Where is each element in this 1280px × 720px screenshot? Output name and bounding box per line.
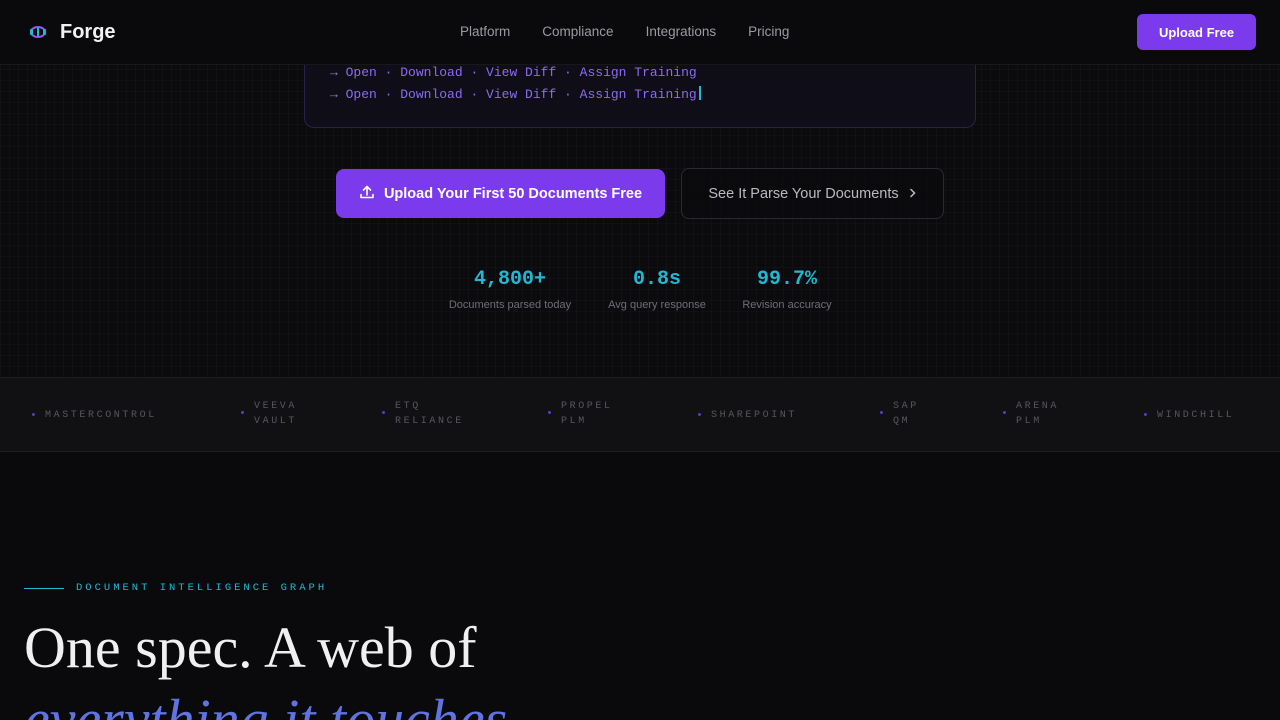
eyebrow-divider <box>24 587 64 589</box>
section-headline-emphasis: everything it touches <box>24 687 508 720</box>
bullet-icon <box>32 413 35 416</box>
bullet-icon <box>1003 411 1006 414</box>
stat-value: 99.7% <box>756 268 817 291</box>
see-it-parse-button[interactable]: See It Parse Your Documents <box>681 168 944 219</box>
upload-documents-label: Upload Your First 50 Documents Free <box>383 185 643 202</box>
terminal-line: → Open · Download · View Diff · Assign T… <box>330 86 701 102</box>
stat-query-response: 0.8s Avg query response <box>604 268 710 311</box>
integration-mastercontrol: MASTERCONTROL <box>32 408 157 423</box>
eyebrow-text: DOCUMENT INTELLIGENCE GRAPH <box>76 582 328 594</box>
integration-propel-plm: PROPEL PLM <box>548 399 613 429</box>
integration-arena-plm: ARENA PLM <box>1003 399 1059 429</box>
stat-label: Documents parsed today <box>448 299 572 311</box>
stat-value: 0.8s <box>632 268 681 291</box>
integration-name: MASTERCONTROL <box>45 410 157 421</box>
brand-name: Forge <box>60 20 116 43</box>
top-navbar: Forge Platform Compliance Integrations P… <box>0 0 1280 65</box>
arrow-icon: → <box>330 87 338 102</box>
see-it-parse-label: See It Parse Your Documents <box>708 185 899 202</box>
integration-name: SHAREPOINT <box>711 410 798 421</box>
upload-icon <box>359 184 375 204</box>
stat-revision-accuracy: 99.7% Revision accuracy <box>739 268 835 311</box>
bullet-icon <box>880 411 883 414</box>
integrations-strip: MASTERCONTROL VEEVA VAULT ETQ RELIANCE PRO… <box>0 377 1280 452</box>
integration-name: ETQ RELIANCE <box>395 401 464 427</box>
integration-sap-qm: SAP QM <box>880 399 919 429</box>
integration-etq-reliance: ETQ RELIANCE <box>382 399 464 429</box>
bullet-icon <box>548 411 551 414</box>
nav-link-integrations[interactable]: Integrations <box>646 24 717 39</box>
stat-documents-parsed: 4,800+ Documents parsed today <box>445 268 575 311</box>
forge-logo-icon <box>28 20 48 44</box>
stat-value: 4,800+ <box>473 268 546 291</box>
bullet-icon <box>1144 413 1147 416</box>
upload-documents-button[interactable]: Upload Your First 50 Documents Free <box>336 169 665 218</box>
stat-label: Revision accuracy <box>742 299 832 311</box>
bullet-icon <box>241 411 244 414</box>
nav-link-platform[interactable]: Platform <box>460 24 510 39</box>
integration-veeva-vault: VEEVA VAULT <box>241 399 297 429</box>
bullet-icon <box>382 411 385 414</box>
upload-free-button[interactable]: Upload Free <box>1137 14 1256 50</box>
terminal-line-text: Open · Download · View Diff · Assign Tra… <box>345 87 697 102</box>
integration-name: VEEVA VAULT <box>254 401 298 427</box>
integration-name: SAP QM <box>893 401 919 427</box>
terminal-line-text: Open · Download · View Diff · Assign Tra… <box>345 65 697 80</box>
nav-links: Platform Compliance Integrations Pricing <box>460 24 789 39</box>
nav-link-compliance[interactable]: Compliance <box>542 24 613 39</box>
cursor-caret <box>698 86 701 100</box>
nav-link-pricing[interactable]: Pricing <box>748 24 789 39</box>
brand-logo[interactable]: Forge <box>28 20 116 44</box>
section-eyebrow: DOCUMENT INTELLIGENCE GRAPH <box>24 582 327 594</box>
chevron-right-icon <box>909 186 917 202</box>
arrow-icon: → <box>330 65 338 80</box>
integration-name: PROPEL PLM <box>561 401 613 427</box>
stat-label: Avg query response <box>608 299 706 311</box>
terminal-line: → Open · Download · View Diff · Assign T… <box>330 65 697 80</box>
integration-name: ARENA PLM <box>1016 401 1060 427</box>
section-headline: One spec. A web of <box>24 615 477 680</box>
bullet-icon <box>698 413 701 416</box>
integration-sharepoint: SHAREPOINT <box>698 408 797 423</box>
integration-windchill: WINDCHILL <box>1144 408 1234 423</box>
integration-name: WINDCHILL <box>1157 410 1235 421</box>
